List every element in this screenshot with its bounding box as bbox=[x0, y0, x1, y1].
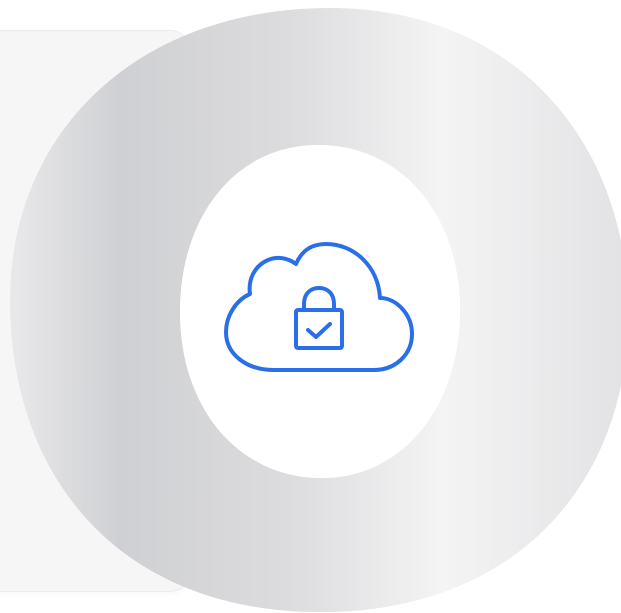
cloud-lock-check-icon bbox=[224, 240, 414, 376]
hero-illustration bbox=[0, 0, 621, 613]
